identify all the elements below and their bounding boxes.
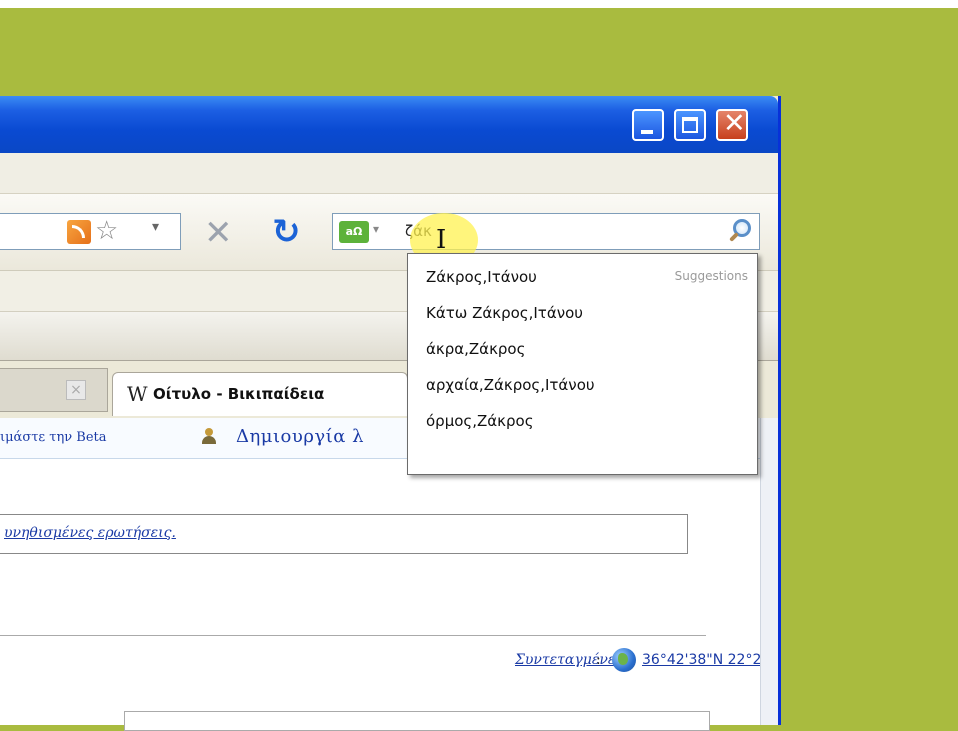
content-frame: [124, 711, 710, 731]
rss-icon[interactable]: [67, 220, 91, 244]
suggestion-item[interactable]: όρμος,Ζάκρος: [426, 412, 534, 430]
scrollbar[interactable]: [760, 418, 778, 725]
stop-icon[interactable]: ✕: [204, 216, 233, 250]
star-icon[interactable]: ☆: [95, 216, 118, 246]
top-background-strip: [0, 0, 958, 8]
tab-title: Οίτυλο - Βικιπαίδεια: [153, 385, 325, 403]
beta-link[interactable]: ιμάστε την Beta: [0, 430, 107, 445]
text-cursor-icon: I: [436, 225, 447, 255]
search-icon[interactable]: [733, 219, 751, 237]
minimize-button[interactable]: [632, 109, 664, 141]
suggestion-item[interactable]: άκρα,Ζάκρος: [426, 340, 525, 358]
chevron-down-icon[interactable]: ▾: [152, 219, 159, 235]
suggestion-item[interactable]: Κάτω Ζάκρος,Ιτάνου: [426, 304, 583, 322]
close-button[interactable]: ✕: [716, 108, 748, 141]
address-bar[interactable]: ☆ ▾: [0, 213, 181, 250]
maximize-button[interactable]: [674, 109, 706, 141]
suggestions-header: Suggestions: [674, 269, 748, 283]
suggestion-item[interactable]: Ζάκρος,Ιτάνου: [426, 268, 537, 286]
notice-box: υνηθισμένες ερωτήσεις.: [0, 514, 688, 554]
create-account-link[interactable]: Δημιουργία λ: [236, 426, 364, 447]
suggestion-item[interactable]: αρχαία,Ζάκρος,Ιτάνου: [426, 376, 595, 394]
divider: [0, 635, 706, 636]
title-bar[interactable]: ✕: [0, 96, 778, 153]
user-icon: [202, 428, 216, 444]
globe-icon[interactable]: [612, 648, 636, 672]
close-icon: ✕: [723, 108, 746, 139]
tab-close-icon[interactable]: ×: [66, 380, 86, 400]
coordinates-colon: :: [596, 652, 601, 668]
menu-bar: [0, 153, 778, 194]
suggestions-dropdown: Suggestions Ζάκρος,Ιτάνου Κάτω Ζάκρος,Ιτ…: [407, 253, 758, 475]
minimize-icon: [641, 130, 653, 134]
reload-icon[interactable]: ↻: [272, 213, 301, 251]
coordinates-label[interactable]: Συντεταγμένες: [515, 652, 623, 668]
search-box[interactable]: aΩ ▾: [332, 213, 760, 250]
search-engine-icon[interactable]: aΩ: [339, 221, 369, 243]
engine-dropdown-icon[interactable]: ▾: [373, 222, 379, 236]
tab-active[interactable]: W Οίτυλο - Βικιπαίδεια: [112, 372, 408, 416]
maximize-icon: [682, 117, 698, 133]
wikipedia-icon: W: [127, 382, 148, 406]
tab-inactive[interactable]: ×: [0, 368, 108, 412]
faq-link[interactable]: υνηθισμένες ερωτήσεις.: [4, 525, 176, 541]
